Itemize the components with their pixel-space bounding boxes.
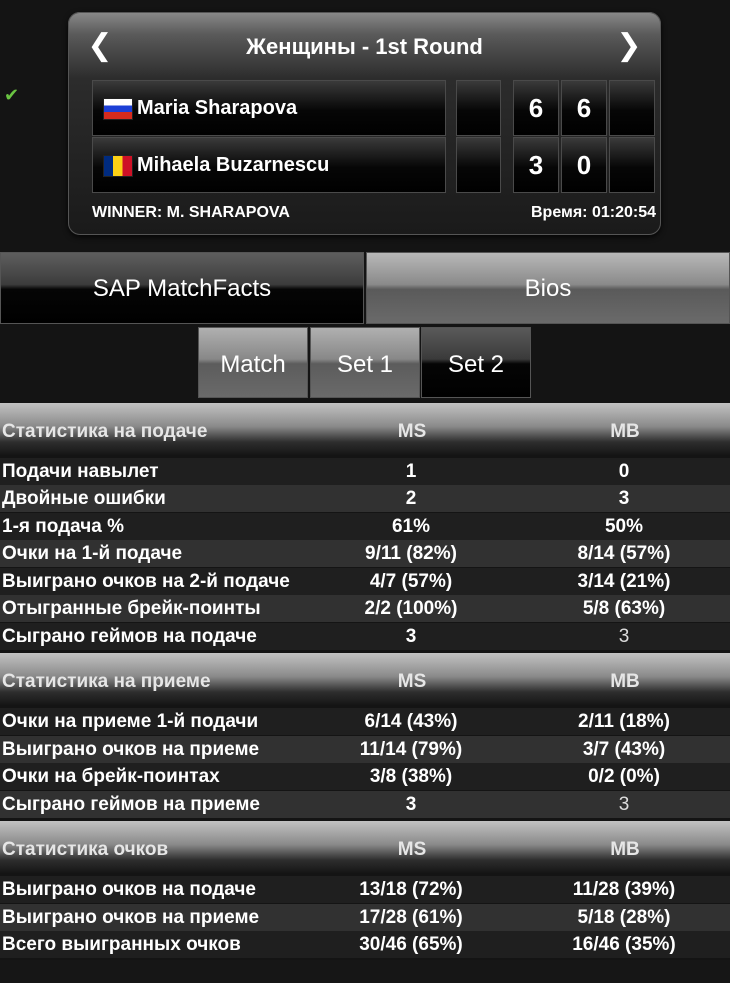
set-score: 0 (561, 137, 607, 193)
stat-label: Отыгранные брейк-поинты (2, 598, 261, 619)
stat-value-a: 3/8 (38%) (369, 766, 453, 787)
russia-flag-icon (103, 98, 133, 120)
tab-bios[interactable]: Bios (366, 252, 730, 324)
stat-row: Сыграно геймов на подаче 3 3 (0, 623, 730, 650)
stat-label: Выиграно очков на 2-й подаче (2, 571, 290, 592)
stat-value-b: 2/11 (18%) (578, 711, 670, 732)
stat-value-b: 3/14 (21%) (577, 571, 671, 592)
list-bottom-fill (0, 960, 730, 983)
set-1-score: 3 (528, 150, 544, 180)
stat-label: Выиграно очков на приеме (2, 907, 260, 928)
stat-row: Сыграно геймов на приеме 3 3 (0, 791, 730, 818)
stat-value-a: 9/11 (82%) (365, 543, 457, 564)
stat-row: Выиграно очков на подаче 13/18 (72%) 11/… (0, 876, 730, 903)
stat-label: Всего выигранных очков (2, 934, 241, 955)
stat-value-a: 4/7 (57%) (369, 571, 453, 592)
stat-row: Очки на брейк-поинтах 3/8 (38%) 0/2 (0%) (0, 763, 730, 790)
stat-value-b: 8/14 (57%) (577, 543, 671, 564)
romania-flag-icon (103, 155, 133, 177)
stat-value-b: 5/8 (63%) (582, 598, 666, 619)
stat-label: Очки на приеме 1-й подачи (2, 711, 259, 732)
tab-set-1[interactable]: Set 1 (310, 327, 420, 398)
stat-value-a: 1 (405, 461, 417, 482)
score-spacer (456, 137, 501, 193)
stat-row: Подачи навылет 1 0 (0, 458, 730, 485)
section-header-points: Статистика очков MS MB (0, 821, 730, 873)
stat-value-b: 16/46 (35%) (572, 934, 676, 955)
set-score: 3 (513, 137, 559, 193)
stat-label: Двойные ошибки (2, 488, 166, 509)
stat-label: Сыграно геймов на подаче (2, 626, 257, 647)
tab-set-2[interactable]: Set 2 (421, 327, 531, 398)
player-name: Maria Sharapova (137, 97, 298, 119)
stat-value-a: 2/2 (100%) (364, 598, 458, 619)
section-header-return: Статистика на приеме MS MB (0, 653, 730, 705)
section-header-serve: Статистика на подаче MS MB (0, 403, 730, 455)
stat-value-a: 6/14 (43%) (364, 711, 458, 732)
set-score: 6 (513, 80, 559, 136)
player-name: Mihaela Buzarnescu (137, 154, 330, 176)
section-title: Статистика очков (2, 839, 169, 860)
stat-value-a: 3 (405, 626, 417, 647)
match-time: Время: 01:20:54 (530, 204, 656, 221)
score-spacer (456, 80, 501, 136)
stat-value-b: 50% (604, 516, 644, 537)
stat-row: Двойные ошибки 2 3 (0, 485, 730, 512)
section-title: Статистика на подаче (2, 421, 208, 442)
stat-value-b: 3 (618, 488, 630, 509)
stat-value-b: 0/2 (0%) (588, 766, 660, 787)
stat-value-b: 3 (618, 794, 630, 815)
stat-label: Очки на 1-й подаче (2, 543, 183, 564)
winner-text: WINNER: M. SHARAPOVA (92, 204, 290, 221)
player-a-column: MS (397, 839, 427, 860)
stat-value-a: 30/46 (65%) (359, 934, 463, 955)
stat-value-a: 3 (405, 794, 417, 815)
stat-row: Выиграно очков на 2-й подаче 4/7 (57%) 3… (0, 568, 730, 595)
stat-row: Всего выигранных очков 30/46 (65%) 16/46… (0, 931, 730, 958)
tab-sap-matchfacts[interactable]: SAP MatchFacts (0, 252, 364, 324)
stat-value-b: 3/7 (43%) (582, 739, 666, 760)
stat-label: Очки на брейк-поинтах (2, 766, 220, 787)
stat-row: Очки на 1-й подаче 9/11 (82%) 8/14 (57%) (0, 540, 730, 567)
stat-value-a: 2 (405, 488, 417, 509)
tab-match[interactable]: Match (198, 327, 308, 398)
chevron-right-icon[interactable]: ❯ (615, 31, 643, 61)
stat-row: Отыгранные брейк-поинты 2/2 (100%) 5/8 (… (0, 595, 730, 622)
stat-value-b: 0 (618, 461, 630, 482)
player-b-column: MB (610, 839, 640, 860)
set-2-score: 0 (576, 150, 592, 180)
set-1-score: 6 (528, 93, 544, 123)
stat-value-b: 3 (618, 626, 630, 647)
stat-value-a: 61% (391, 516, 431, 537)
player-a-column: MS (397, 671, 427, 692)
player-row-2[interactable]: Mihaela Buzarnescu (92, 137, 446, 193)
stat-row: Очки на приеме 1-й подачи 6/14 (43%) 2/1… (0, 708, 730, 735)
stat-value-a: 17/28 (61%) (359, 907, 463, 928)
player-b-column: MB (610, 671, 640, 692)
scoreboard-card: ❮ Женщины - 1st Round ❯ Maria Sharapova … (68, 12, 661, 235)
stat-label: Подачи навылет (2, 461, 159, 482)
set-score (609, 80, 655, 136)
player-a-column: MS (397, 421, 427, 442)
stat-label: Выиграно очков на приеме (2, 739, 260, 760)
checkmark-icon: ✔ (4, 85, 20, 106)
stat-value-b: 5/18 (28%) (577, 907, 671, 928)
stat-value-a: 11/14 (79%) (359, 739, 463, 760)
stat-value-b: 11/28 (39%) (572, 879, 676, 900)
round-title: Женщины - 1st Round (246, 34, 483, 59)
stat-value-a: 13/18 (72%) (359, 879, 463, 900)
stat-label: 1-я подача % (2, 516, 125, 537)
stat-label: Сыграно геймов на приеме (2, 794, 260, 815)
player-b-column: MB (610, 421, 640, 442)
section-title: Статистика на приеме (2, 671, 211, 692)
stat-row: Выиграно очков на приеме 17/28 (61%) 5/1… (0, 904, 730, 931)
stat-label: Выиграно очков на подаче (2, 879, 256, 900)
stat-row: Выиграно очков на приеме 11/14 (79%) 3/7… (0, 736, 730, 763)
stat-row: 1-я подача % 61% 50% (0, 513, 730, 540)
set-score (609, 137, 655, 193)
set-score: 6 (561, 80, 607, 136)
set-2-score: 6 (576, 93, 592, 123)
player-row-1[interactable]: Maria Sharapova (92, 80, 446, 136)
